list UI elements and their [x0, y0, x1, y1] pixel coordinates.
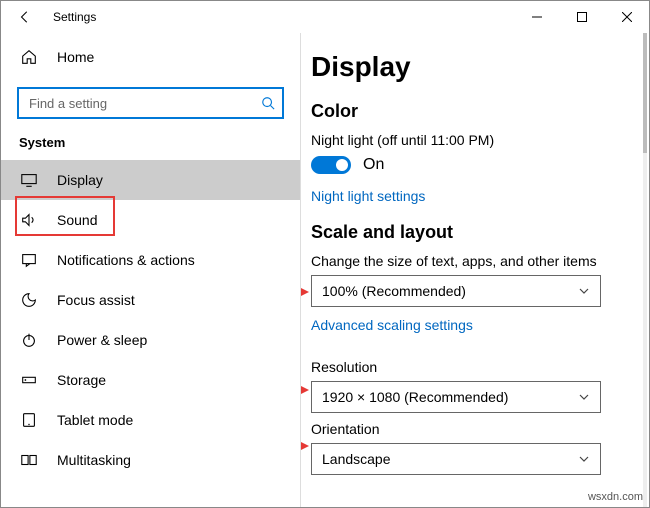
sidebar-item-label: Tablet mode: [57, 412, 133, 428]
orientation-dropdown[interactable]: Landscape: [311, 443, 601, 475]
sidebar-item-label: Sound: [57, 212, 97, 228]
orientation-value: Landscape: [322, 451, 391, 467]
minimize-button[interactable]: [514, 1, 559, 33]
sidebar-item-label: Storage: [57, 372, 106, 388]
sidebar-item-label: Display: [57, 172, 103, 188]
search-box[interactable]: [17, 87, 284, 119]
scale-value: 100% (Recommended): [322, 283, 466, 299]
sidebar-item-label: Notifications & actions: [57, 252, 195, 268]
resolution-dropdown[interactable]: 1920 × 1080 (Recommended): [311, 381, 601, 413]
home-label: Home: [57, 49, 94, 65]
night-light-settings-link[interactable]: Night light settings: [311, 188, 425, 204]
sidebar: Home System Display Sound: [1, 33, 301, 507]
chevron-down-icon: [578, 391, 590, 403]
multitasking-icon: [19, 450, 39, 470]
scale-label: Change the size of text, apps, and other…: [311, 253, 649, 269]
scale-heading: Scale and layout: [311, 222, 649, 243]
chevron-down-icon: [578, 453, 590, 465]
page-title: Display: [311, 51, 649, 83]
sidebar-item-label: Power & sleep: [57, 332, 147, 348]
title-bar: Settings: [1, 1, 649, 33]
sound-icon: [19, 210, 39, 230]
annotation-arrow: [301, 285, 309, 299]
night-light-toggle[interactable]: [311, 156, 351, 174]
scale-dropdown[interactable]: 100% (Recommended): [311, 275, 601, 307]
sidebar-item-multitasking[interactable]: Multitasking: [1, 440, 300, 480]
home-icon: [19, 47, 39, 67]
search-container: [1, 87, 300, 135]
watermark: wsxdn.com: [588, 491, 643, 503]
resolution-label: Resolution: [311, 359, 649, 375]
maximize-button[interactable]: [559, 1, 604, 33]
power-icon: [19, 330, 39, 350]
advanced-scaling-link[interactable]: Advanced scaling settings: [311, 317, 473, 333]
sidebar-item-display[interactable]: Display: [1, 160, 300, 200]
search-icon: [260, 95, 276, 111]
close-button[interactable]: [604, 1, 649, 33]
sidebar-item-label: Multitasking: [57, 452, 131, 468]
notifications-icon: [19, 250, 39, 270]
toggle-state-label: On: [363, 156, 384, 174]
sidebar-item-notifications[interactable]: Notifications & actions: [1, 240, 300, 280]
night-light-status: Night light (off until 11:00 PM): [311, 132, 649, 148]
window-title: Settings: [53, 10, 514, 24]
search-input[interactable]: [27, 95, 260, 112]
tablet-icon: [19, 410, 39, 430]
display-icon: [19, 170, 39, 190]
scrollbar-thumb[interactable]: [643, 33, 647, 153]
focus-assist-icon: [19, 290, 39, 310]
home-nav[interactable]: Home: [1, 37, 300, 77]
resolution-value: 1920 × 1080 (Recommended): [322, 389, 508, 405]
sidebar-item-tablet-mode[interactable]: Tablet mode: [1, 400, 300, 440]
group-system: System: [1, 135, 300, 160]
night-light-toggle-row: On: [311, 156, 649, 174]
sidebar-item-label: Focus assist: [57, 292, 135, 308]
annotation-arrow: [301, 439, 309, 453]
sidebar-item-storage[interactable]: Storage: [1, 360, 300, 400]
content-area: Home System Display Sound: [1, 33, 649, 507]
back-button[interactable]: [15, 7, 35, 27]
sidebar-item-sound[interactable]: Sound: [1, 200, 300, 240]
orientation-label: Orientation: [311, 421, 649, 437]
window-controls: [514, 1, 649, 33]
storage-icon: [19, 370, 39, 390]
color-heading: Color: [311, 101, 649, 122]
sidebar-item-power-sleep[interactable]: Power & sleep: [1, 320, 300, 360]
sidebar-item-focus-assist[interactable]: Focus assist: [1, 280, 300, 320]
annotation-arrow: [301, 383, 309, 397]
scrollbar-track[interactable]: [643, 33, 647, 507]
chevron-down-icon: [578, 285, 590, 297]
main-panel: Display Color Night light (off until 11:…: [301, 33, 649, 507]
